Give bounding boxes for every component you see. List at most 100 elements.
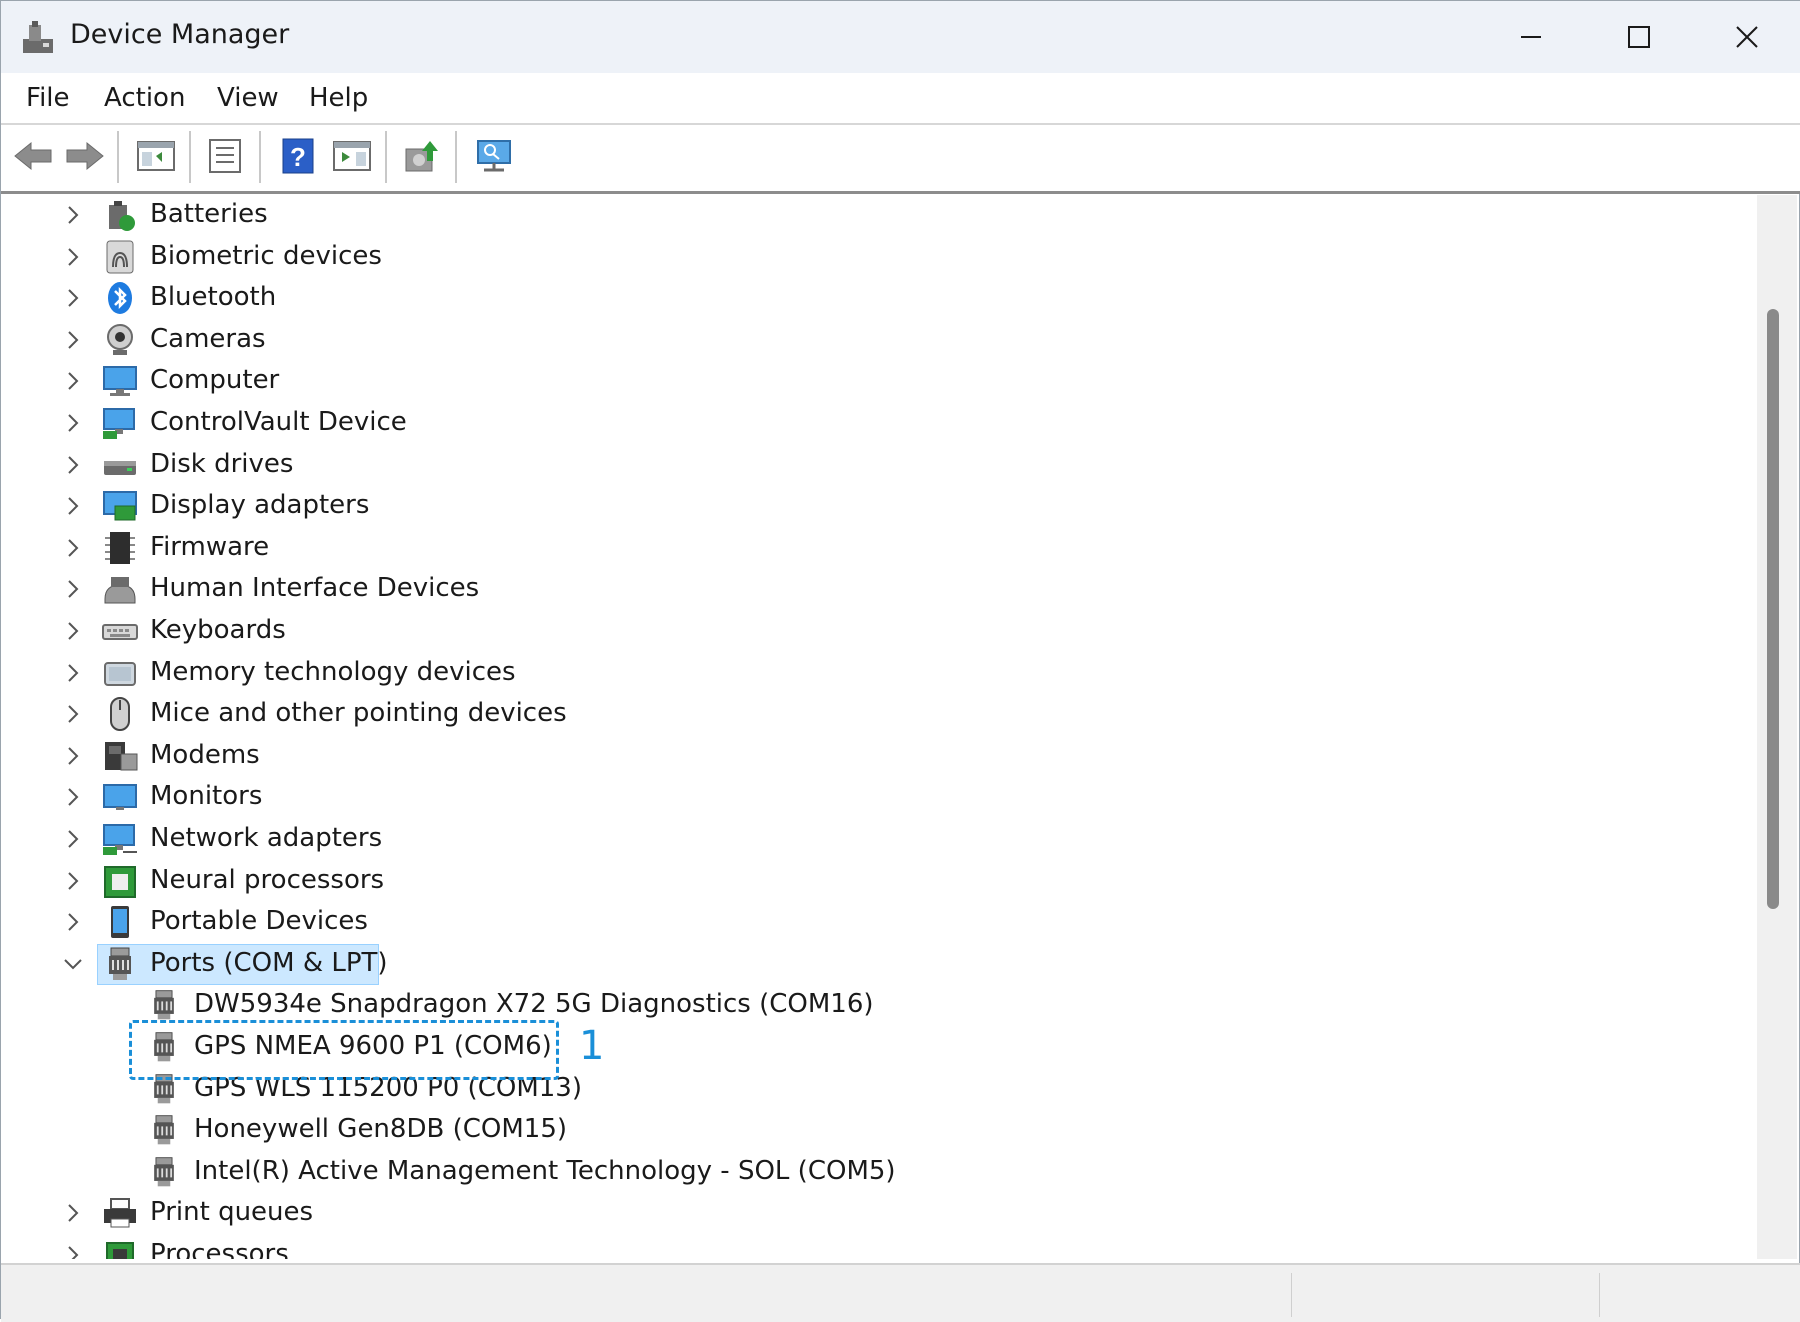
chevron-right-icon[interactable] xyxy=(61,494,85,518)
network-adapter-icon xyxy=(103,824,137,855)
chevron-right-icon[interactable] xyxy=(61,369,85,393)
status-separator xyxy=(1291,1273,1292,1317)
printer-icon xyxy=(104,1198,136,1228)
tree-category-label: Processors xyxy=(150,1239,289,1259)
help-button[interactable]: ? xyxy=(275,133,321,179)
menu-view[interactable]: View xyxy=(217,83,279,113)
tree-category-label: Memory technology devices xyxy=(150,656,516,687)
tree-category-label: Biometric devices xyxy=(150,240,382,271)
menu-file[interactable]: File xyxy=(26,83,70,113)
tree-category-processors[interactable]: Processors xyxy=(7,1235,1707,1259)
chevron-right-icon[interactable] xyxy=(61,744,85,768)
show-hide-console-tree-button[interactable] xyxy=(133,133,179,179)
update-driver-icon xyxy=(405,141,438,172)
processor-icon xyxy=(106,1242,134,1259)
chevron-right-icon[interactable] xyxy=(61,453,85,477)
chevron-right-icon[interactable] xyxy=(61,785,85,809)
chevron-right-icon[interactable] xyxy=(61,1201,85,1225)
tree-category-label: Neural processors xyxy=(150,864,385,895)
chevron-right-icon[interactable] xyxy=(61,203,85,227)
port-icon xyxy=(154,1115,174,1145)
back-button[interactable] xyxy=(10,133,56,179)
tree-device-item[interactable]: Honeywell Gen8DB (COM15) xyxy=(7,1110,1707,1151)
chevron-right-icon[interactable] xyxy=(61,661,85,685)
port-icon xyxy=(109,947,131,980)
device-manager-window: Device Manager File Action View Help ? B… xyxy=(0,0,1800,1322)
tree-category-keyboards[interactable]: Keyboards xyxy=(7,611,1707,652)
forward-button[interactable] xyxy=(62,133,108,179)
chevron-right-icon[interactable] xyxy=(61,577,85,601)
action-pane-button[interactable] xyxy=(329,133,375,179)
back-icon xyxy=(14,141,52,171)
scrollbar-thumb[interactable] xyxy=(1767,309,1779,909)
chevron-right-icon[interactable] xyxy=(61,619,85,643)
tree-category-print-queues[interactable]: Print queues xyxy=(7,1193,1707,1234)
tree-category-computer[interactable]: Computer xyxy=(7,361,1707,402)
disk-drive-icon xyxy=(104,460,136,475)
callout-highlight-box xyxy=(129,1020,559,1080)
chevron-right-icon[interactable] xyxy=(61,286,85,310)
tree-category-disk-drives[interactable]: Disk drives xyxy=(7,445,1707,486)
forward-icon xyxy=(66,141,104,171)
chevron-right-icon[interactable] xyxy=(61,827,85,851)
properties-button[interactable] xyxy=(203,133,249,179)
tree-category-label: Monitors xyxy=(150,781,263,812)
maximize-button[interactable] xyxy=(1585,1,1693,73)
chevron-right-icon[interactable] xyxy=(61,869,85,893)
bluetooth-icon xyxy=(108,282,132,315)
fingerprint-icon xyxy=(106,240,134,274)
tree-category-neural-processors[interactable]: Neural processors xyxy=(7,861,1707,902)
chevron-right-icon[interactable] xyxy=(61,328,85,352)
chevron-right-icon[interactable] xyxy=(61,245,85,269)
port-icon xyxy=(154,1157,174,1187)
tree-category-human-interface-devices[interactable]: Human Interface Devices xyxy=(7,569,1707,610)
tree-category-display-adapters[interactable]: Display adapters xyxy=(7,486,1707,527)
toolbar-separator xyxy=(189,131,191,183)
device-tree[interactable]: Batteries Biometric devices Bluetooth Camer… xyxy=(7,195,1757,1259)
tree-category-monitors[interactable]: Monitors xyxy=(7,777,1707,818)
port-icon xyxy=(154,990,174,1020)
tree-category-modems[interactable]: Modems xyxy=(7,736,1707,777)
tree-device-item[interactable]: Intel(R) Active Management Technology - … xyxy=(7,1152,1707,1193)
chevron-right-icon[interactable] xyxy=(61,411,85,435)
tree-category-batteries[interactable]: Batteries xyxy=(7,195,1707,236)
keyboard-icon xyxy=(102,624,138,640)
tree-category-memory-technology-devices[interactable]: Memory technology devices xyxy=(7,653,1707,694)
tree-category-portable-devices[interactable]: Portable Devices xyxy=(7,902,1707,943)
tree-category-label: Batteries xyxy=(150,199,268,229)
tree-category-controlvault-device[interactable]: ControlVault Device xyxy=(7,403,1707,444)
menu-action[interactable]: Action xyxy=(104,83,185,113)
tree-category-label: Network adapters xyxy=(150,823,383,853)
chevron-right-icon[interactable] xyxy=(61,910,85,934)
tree-category-mice-and-other-pointing-devices[interactable]: Mice and other pointing devices xyxy=(7,694,1707,735)
tree-category-cameras[interactable]: Cameras xyxy=(7,320,1707,361)
tree-category-bluetooth[interactable]: Bluetooth xyxy=(7,278,1707,319)
close-button[interactable] xyxy=(1693,1,1800,73)
modem-icon xyxy=(105,741,138,771)
chevron-right-icon[interactable] xyxy=(61,536,85,560)
computer-icon xyxy=(103,366,137,397)
scan-hardware-changes-button[interactable] xyxy=(471,133,517,179)
minimize-icon xyxy=(1521,36,1541,38)
update-driver-button[interactable] xyxy=(399,133,445,179)
tree-category-network-adapters[interactable]: Network adapters xyxy=(7,819,1707,860)
minimize-button[interactable] xyxy=(1477,1,1585,73)
toolbar-separator xyxy=(455,131,457,183)
tree-category-label: Modems xyxy=(150,739,260,770)
maximize-icon xyxy=(1628,26,1650,48)
tree-category-biometric-devices[interactable]: Biometric devices xyxy=(7,237,1707,278)
toolbar: ? xyxy=(1,125,1800,194)
help-icon: ? xyxy=(282,138,314,174)
tree-category-ports-com-lpt[interactable]: Ports (COM & LPT) xyxy=(7,943,1707,985)
tree-category-label: Cameras xyxy=(150,323,266,354)
tree-category-label: Display adapters xyxy=(150,490,370,521)
memory-icon xyxy=(104,661,136,686)
chevron-right-icon[interactable] xyxy=(61,702,85,726)
chevron-right-icon[interactable] xyxy=(61,1243,85,1259)
title-bar[interactable]: Device Manager xyxy=(1,1,1800,73)
chevron-down-icon[interactable] xyxy=(61,952,85,976)
callout-number: 1 xyxy=(579,1023,605,1069)
menu-help[interactable]: Help xyxy=(309,83,368,113)
tree-category-firmware[interactable]: Firmware xyxy=(7,528,1707,569)
tree-category-label: Mice and other pointing devices xyxy=(150,698,567,729)
